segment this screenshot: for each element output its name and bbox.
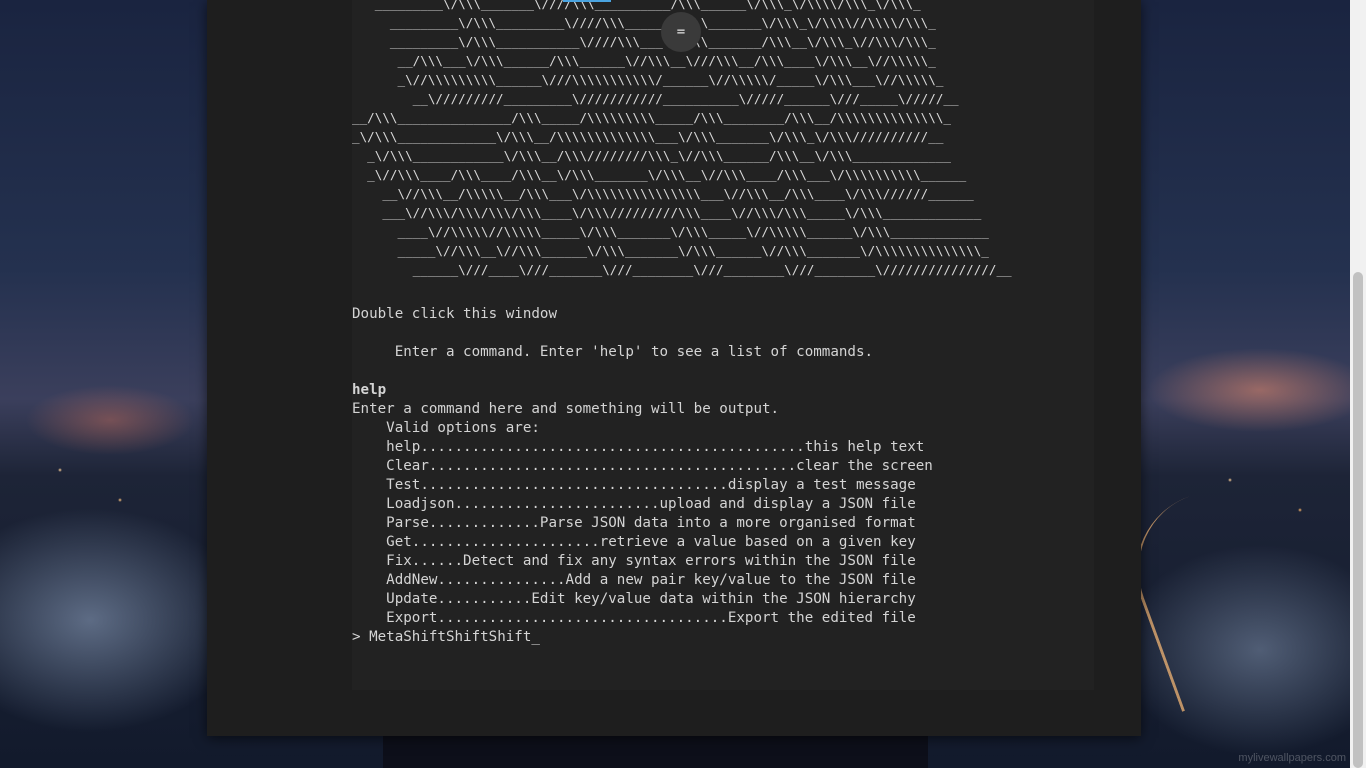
wallpaper-watermark: mylivewallpapers.com xyxy=(1238,752,1346,764)
page-scrollbar[interactable] xyxy=(1350,0,1366,768)
command-update: Update...........Edit key/value data wit… xyxy=(352,591,916,607)
ascii-art-line: _____\//\\\__\//\\\______\/\\\_______\/\… xyxy=(397,243,989,258)
scrollbar-thumb[interactable] xyxy=(1353,272,1363,768)
command-test: Test....................................… xyxy=(352,477,916,493)
ascii-art-line: ______\///____\///_______\///________\//… xyxy=(352,262,1012,277)
ascii-art-line: __/\\\_______________/\\\_____/\\\\\\\\\… xyxy=(352,110,951,125)
command-loadjson: Loadjson........................upload a… xyxy=(352,496,916,512)
text-cursor: _ xyxy=(531,629,540,645)
window-shadow-strip xyxy=(383,736,928,768)
command-clear: Clear...................................… xyxy=(352,458,933,474)
ascii-art-line: __\/////////_________\///////////_______… xyxy=(412,91,959,106)
ascii-art-line: __\//\\\__/\\\\\__/\\\___\/\\\\\\\\\\\\\… xyxy=(382,186,974,201)
ascii-art-line: _\//\\\\\\\\\______\///\\\\\\\\\\\/_____… xyxy=(397,72,944,87)
drag-handle-button[interactable]: = xyxy=(661,12,701,52)
command-get: Get......................retrieve a valu… xyxy=(352,534,916,550)
help-intro: Enter a command here and something will … xyxy=(352,401,780,417)
command-input-line[interactable]: > MetaShiftShiftShift_ xyxy=(352,628,540,647)
command-fix: Fix......Detect and fix any syntax error… xyxy=(352,553,916,569)
command-help: help....................................… xyxy=(352,439,925,455)
ascii-art-line: _________\/\\\_______\////\\\__________/… xyxy=(374,0,921,11)
command-parse: Parse.............Parse JSON data into a… xyxy=(352,515,916,531)
command-addnew: AddNew...............Add a new pair key/… xyxy=(352,572,916,588)
ascii-art-line: _________\/\\\_________\////\\\_______/\… xyxy=(352,15,936,30)
ascii-art-line: _\//\\\____/\\\____/\\\__\/\\\_______\/\… xyxy=(367,167,967,182)
terminal-window[interactable]: _________\/\\\_______\////\\\__________/… xyxy=(207,0,1141,736)
command-export: Export..................................… xyxy=(352,610,916,626)
terminal-panel[interactable]: _________\/\\\_______\////\\\__________/… xyxy=(352,0,1094,690)
text-selection-highlight xyxy=(563,0,611,2)
ascii-art-line: _________\/\\\___________\////\\\___\//\… xyxy=(352,34,936,49)
command-input[interactable]: MetaShiftShiftShift xyxy=(369,629,531,645)
ascii-art-line: _\/\\\_____________\/\\\__/\\\\\\\\\\\\\… xyxy=(352,129,944,144)
ascii-art-line: __/\\\___\/\\\______/\\\______\//\\\__\/… xyxy=(397,53,936,68)
ascii-art-line: ___\//\\\/\\\/\\\/\\\____\/\\\/////////\… xyxy=(382,205,982,220)
entered-command: help xyxy=(352,382,387,398)
prompt-symbol: > xyxy=(352,629,370,645)
welcome-message: Enter a command. Enter 'help' to see a l… xyxy=(352,344,874,360)
options-header: Valid options are: xyxy=(352,420,540,436)
ascii-art-line: ____\//\\\\\//\\\\\_____\/\\\_______\/\\… xyxy=(397,224,989,239)
ascii-art-line: _\/\\\____________\/\\\__/\\\////////\\\… xyxy=(367,148,951,163)
double-click-hint: Double click this window xyxy=(352,306,557,322)
